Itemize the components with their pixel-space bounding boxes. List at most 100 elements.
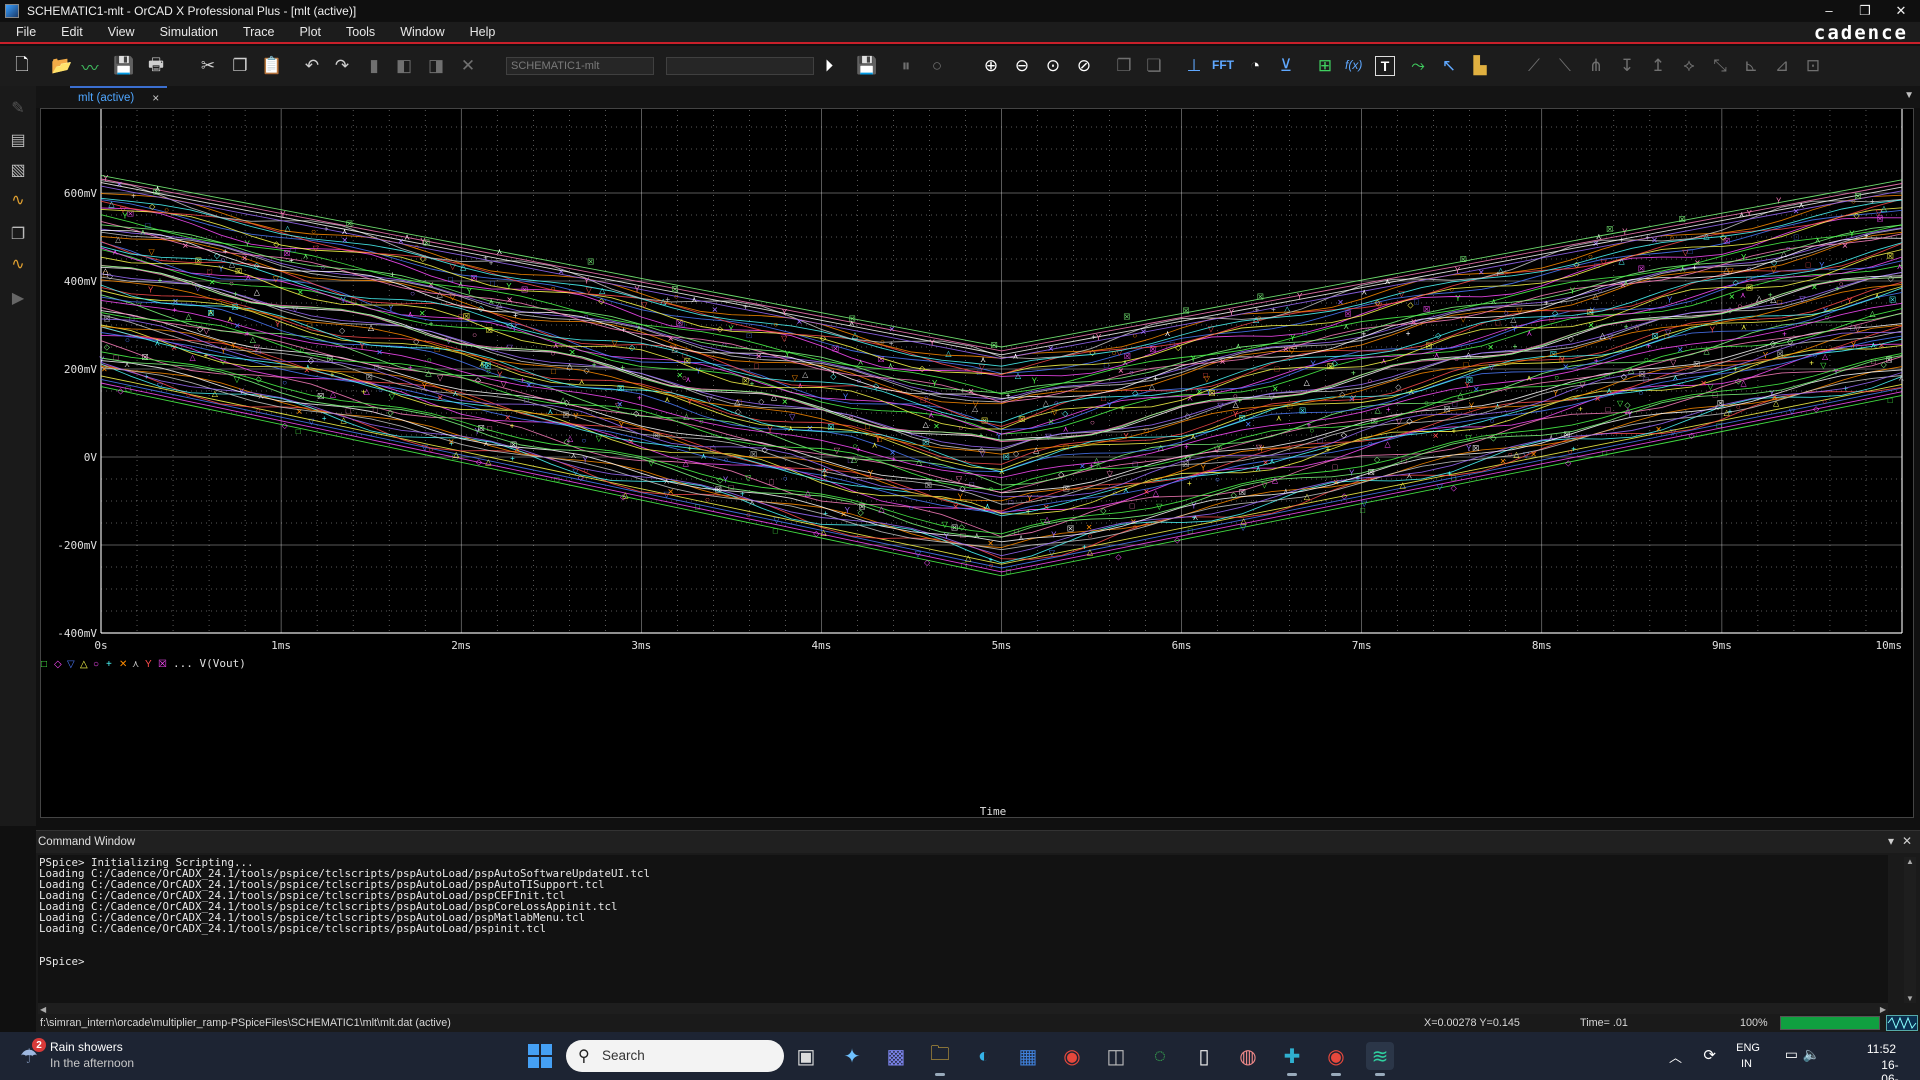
store-icon[interactable]: ▦ — [1014, 1042, 1042, 1070]
probe-icon[interactable]: ∿ — [6, 188, 30, 212]
next-transition-icon[interactable]: ⊾ — [1739, 54, 1763, 78]
profile-field[interactable]: SCHEMATIC1-mlt — [506, 57, 654, 75]
tab-mlt-active[interactable]: mlt (active) × — [70, 86, 168, 108]
legend-marker[interactable]: + — [106, 659, 112, 670]
scroll-down-icon[interactable]: ▼ — [1906, 994, 1914, 1003]
command-log[interactable]: PSpice> Initializing Scripting... Loading… — [38, 855, 1888, 1005]
legend-marker[interactable]: ✕ — [119, 659, 127, 670]
edge-icon[interactable]: ◐ — [970, 1042, 998, 1070]
chrome-icon[interactable]: ◉ — [1058, 1042, 1086, 1070]
cursor-max-icon[interactable]: ↥ — [1646, 54, 1670, 78]
cursor-min-icon[interactable]: ↧ — [1615, 54, 1639, 78]
menu-view[interactable]: View — [92, 25, 144, 39]
bookmark-icon[interactable]: ▮ — [362, 54, 386, 78]
mark-label-icon[interactable]: ⊡ — [1801, 54, 1825, 78]
app-icon-3[interactable]: ◍ — [1234, 1042, 1262, 1070]
clock-date[interactable]: 16-06-2025 — [1881, 1058, 1908, 1080]
cursor-icon[interactable]: ↖ — [1437, 54, 1461, 78]
prev-transition-icon[interactable]: ⊿ — [1770, 54, 1794, 78]
task-view-icon[interactable]: ▣ — [792, 1042, 820, 1070]
legend-marker[interactable]: ○ — [93, 659, 99, 670]
zoom-area-icon[interactable]: ⊘ — [1072, 54, 1096, 78]
legend-marker[interactable]: ◇ — [54, 659, 62, 670]
menu-window[interactable]: Window — [384, 25, 453, 39]
app-icon-1[interactable]: ◫ — [1102, 1042, 1130, 1070]
cursor-slope-icon[interactable]: ⋔ — [1584, 54, 1608, 78]
menu-simulation[interactable]: Simulation — [144, 25, 227, 39]
measure-icon[interactable]: ▙ — [1468, 54, 1492, 78]
waveform-icon[interactable]: 〰 — [78, 54, 102, 78]
windows-icon[interactable]: ❐ — [6, 222, 30, 246]
legend-marker[interactable]: ⋏ — [132, 659, 139, 670]
trace-legend[interactable]: □ ◇ ▽ △ ○ + ✕ ⋏ Y ☒ ... V(Vout) — [41, 657, 246, 670]
command-vertical-scrollbar[interactable]: ▲ ▼ — [1904, 857, 1916, 1003]
text-icon[interactable]: T — [1375, 56, 1395, 76]
zoom-fit-icon[interactable]: ⊙ — [1041, 54, 1065, 78]
copilot-icon[interactable]: ✦ — [838, 1042, 866, 1070]
legend-marker[interactable]: △ — [80, 659, 88, 670]
fft-button[interactable]: FFT — [1212, 58, 1234, 72]
legend-marker[interactable]: □ — [41, 659, 47, 670]
language-region[interactable]: IN — [1741, 1058, 1752, 1070]
eval-goal-button[interactable]: f(x) — [1345, 58, 1362, 72]
probe-plot-window[interactable]: □ □ □ □ □ □ □ □ □ □ □ □ □ □ ◇ ◇ ◇ ◇ ◇ ◇ ◇ ◇ ◇ ◇ ◇ ◇ ◇ ◇ ▽ ▽ ▽ ▽ ▽ ▽ ▽ ▽ ▽ ▽ ▽ ▽… — [40, 108, 1914, 818]
weather-widget[interactable]: ☂ 2 Rain showers In the afternoon — [20, 1038, 160, 1074]
cursor-search-icon[interactable]: ⤡ — [1708, 54, 1732, 78]
simulation-profile-icon[interactable]: ▧ — [6, 158, 30, 182]
chrome-profile-icon[interactable]: ◉ — [1322, 1042, 1350, 1076]
language-primary[interactable]: ENG — [1736, 1042, 1760, 1054]
bookmark-clear-icon[interactable]: ✕ — [456, 54, 480, 78]
toggle-cursor-icon[interactable]: ⤳ — [1406, 54, 1430, 78]
sync-icon[interactable]: ⟳ — [1703, 1046, 1716, 1064]
pin-icon[interactable]: ✎ — [6, 96, 30, 120]
volume-icon[interactable]: 🔈 — [1803, 1046, 1820, 1063]
run-icon[interactable]: ⏵ — [817, 54, 841, 78]
waveform-plot[interactable]: □□□□□□□□□□□□□□◇◇◇◇◇◇◇◇◇◇◇◇◇◇▽▽▽▽▽▽▽ ▽▽▽▽▽… — [41, 109, 1915, 819]
zoom-out-icon[interactable]: ⊖ — [1010, 54, 1034, 78]
cursor-trough-icon[interactable]: ⟍ — [1553, 54, 1577, 78]
menu-tools[interactable]: Tools — [330, 25, 384, 39]
stop-icon[interactable]: ○ — [925, 54, 949, 78]
start-button[interactable] — [528, 1044, 552, 1068]
network-icon[interactable]: ▭ — [1785, 1046, 1798, 1063]
legend-marker[interactable]: Y — [145, 659, 152, 670]
add-trace-icon[interactable]: ⊞ — [1313, 54, 1337, 78]
zoom-in-icon[interactable]: ⊕ — [979, 54, 1003, 78]
notepad-icon[interactable]: ▯ — [1190, 1042, 1218, 1070]
output-file-icon[interactable]: ▤ — [6, 128, 30, 152]
teams-icon[interactable]: ▩ — [882, 1042, 910, 1070]
file-explorer-icon[interactable]: 🗀 — [926, 1042, 954, 1076]
bookmark-prev-icon[interactable]: ◨ — [424, 54, 448, 78]
legend-trace-name[interactable]: ... V(Vout) — [173, 657, 246, 670]
copy-icon[interactable]: ❐ — [228, 54, 252, 78]
bookmark-next-icon[interactable]: ◧ — [392, 54, 416, 78]
disabled-tool-icon[interactable]: ▶ — [6, 286, 30, 310]
menu-file[interactable]: File — [0, 25, 45, 39]
menu-edit[interactable]: Edit — [45, 25, 92, 39]
cursor-point-icon[interactable]: ⟡ — [1677, 54, 1701, 78]
paste-icon[interactable]: 📋 — [260, 54, 284, 78]
print-icon[interactable]: 🖶 — [144, 54, 168, 78]
clock-time[interactable]: 11:52 — [1867, 1042, 1896, 1056]
new-file-icon[interactable]: 🗋 — [10, 54, 34, 78]
taskbar-search[interactable]: ⚲ Search — [566, 1040, 784, 1072]
scroll-up-icon[interactable]: ▲ — [1906, 857, 1914, 866]
menu-trace[interactable]: Trace — [227, 25, 284, 39]
tray-overflow-icon[interactable]: ︿ — [1669, 1047, 1682, 1066]
tab-close-icon[interactable]: × — [152, 91, 159, 105]
app-icon-2[interactable]: ◌ — [1146, 1042, 1174, 1070]
pspice-icon[interactable]: ≋ — [1366, 1042, 1394, 1076]
cursor-peak-icon[interactable]: ⟋ — [1522, 54, 1546, 78]
close-button[interactable]: ✕ — [1878, 0, 1920, 21]
paste-plot-icon[interactable]: ❏ — [1142, 54, 1166, 78]
menu-plot[interactable]: Plot — [283, 25, 330, 39]
legend-marker[interactable]: ▽ — [67, 659, 75, 670]
menu-help[interactable]: Help — [454, 25, 505, 39]
scroll-right-icon[interactable]: ▶ — [1880, 1005, 1886, 1014]
undo-icon[interactable]: ↶ — [300, 54, 324, 78]
orcad-capture-icon[interactable]: ✚ — [1278, 1042, 1306, 1076]
copy-plot-icon[interactable]: ❐ — [1112, 54, 1136, 78]
axis-settings-icon[interactable]: ⊥ — [1182, 54, 1206, 78]
command-window-menu-icon[interactable]: ▾ — [1888, 834, 1894, 848]
x-axis-icon[interactable]: ⊻ — [1274, 54, 1298, 78]
